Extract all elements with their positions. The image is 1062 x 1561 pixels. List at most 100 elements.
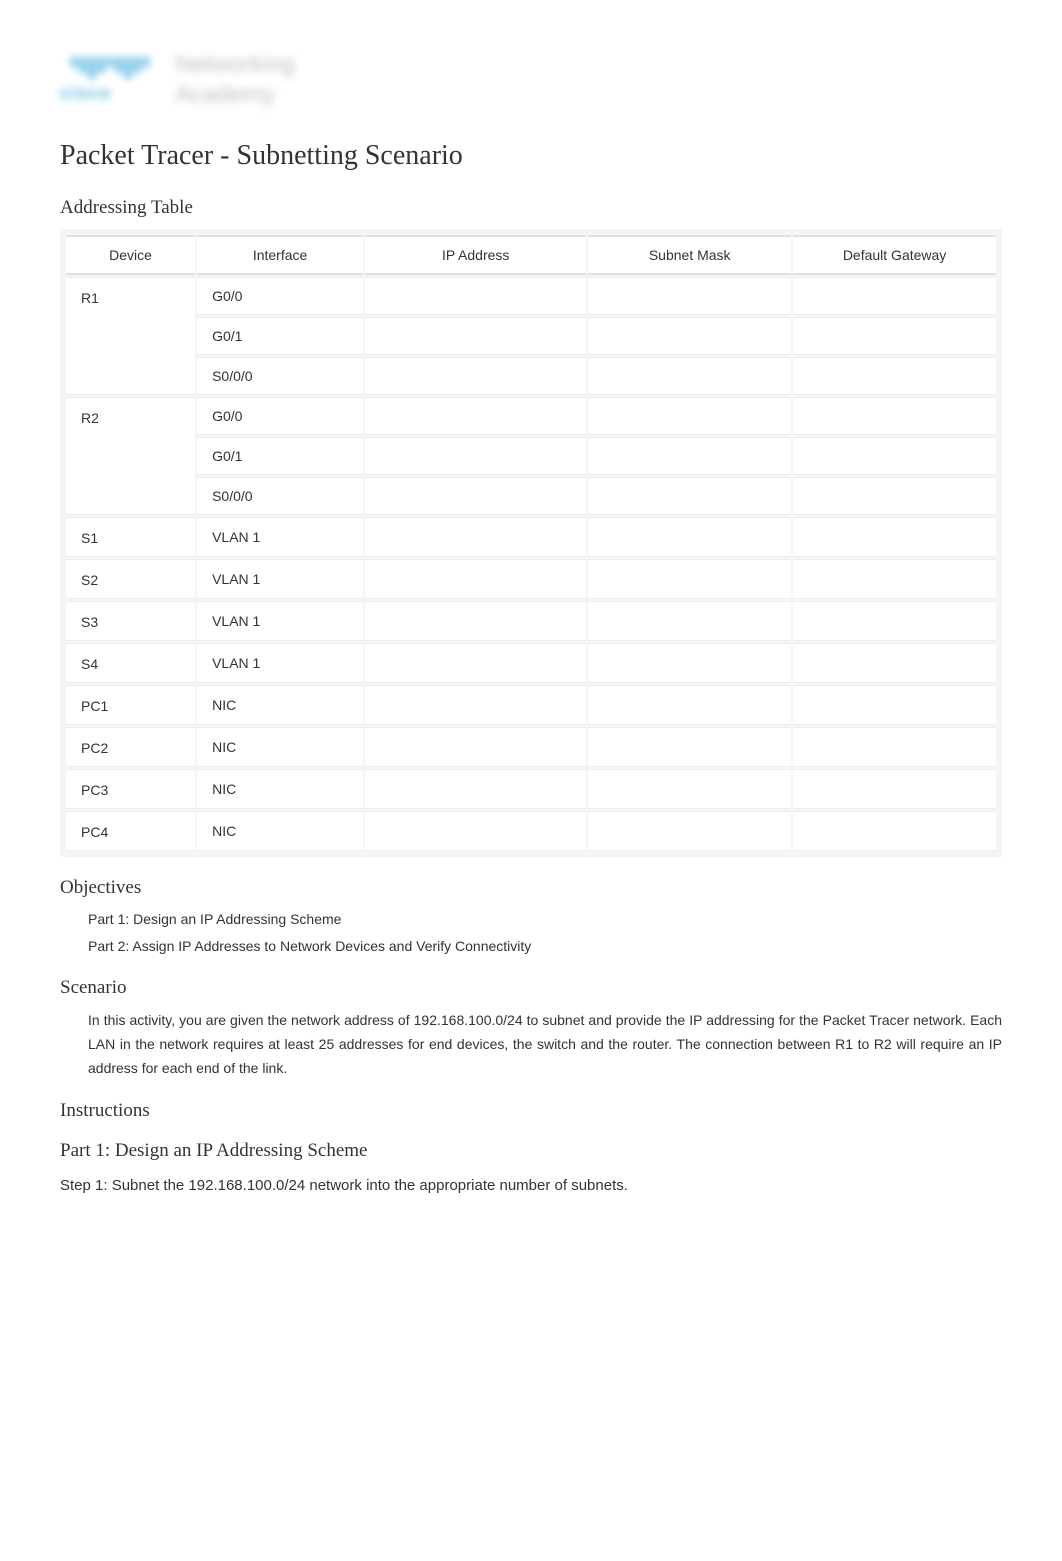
objective-item: Part 2: Assign IP Addresses to Network D… (88, 936, 1002, 957)
cell-gateway (793, 397, 996, 435)
cell-ip (365, 317, 586, 355)
cell-gateway (793, 477, 996, 515)
logo-line1: Networking (175, 51, 295, 79)
col-ip: IP Address (365, 235, 586, 275)
cell-interface: NIC (197, 769, 363, 809)
cell-interface: S0/0/0 (197, 357, 363, 395)
cell-gateway (793, 317, 996, 355)
instructions-heading: Instructions (60, 1100, 1002, 1122)
table-row: PC3NIC (66, 769, 996, 809)
cell-mask (588, 727, 791, 767)
cell-gateway (793, 601, 996, 641)
cisco-wordmark: cisco (60, 83, 160, 104)
table-header-row: Device Interface IP Address Subnet Mask … (66, 235, 996, 275)
cell-ip (365, 685, 586, 725)
scenario-heading: Scenario (60, 977, 1002, 999)
cell-device: PC4 (66, 811, 195, 851)
table-row: R2G0/0 (66, 397, 996, 435)
addressing-table-heading: Addressing Table (60, 197, 1002, 219)
cell-mask (588, 811, 791, 851)
cell-mask (588, 437, 791, 475)
table-row: G0/1 (66, 437, 996, 475)
cell-gateway (793, 685, 996, 725)
cell-interface: NIC (197, 685, 363, 725)
addressing-table: Device Interface IP Address Subnet Mask … (60, 229, 1002, 857)
cell-interface: S0/0/0 (197, 477, 363, 515)
objective-item: Part 1: Design an IP Addressing Scheme (88, 909, 1002, 930)
logo-subtitle: Networking Academy (175, 51, 295, 109)
cell-ip (365, 277, 586, 315)
table-row: R1G0/0 (66, 277, 996, 315)
cell-ip (365, 397, 586, 435)
table-row: PC2NIC (66, 727, 996, 767)
cell-ip (365, 601, 586, 641)
cell-ip (365, 559, 586, 599)
cell-device: PC3 (66, 769, 195, 809)
cell-gateway (793, 559, 996, 599)
cell-device: S1 (66, 517, 195, 557)
brand-logo: cisco Networking Academy (60, 50, 1002, 110)
cell-ip (365, 517, 586, 557)
cisco-bridge-icon: cisco (60, 50, 160, 110)
table-row: S1VLAN 1 (66, 517, 996, 557)
step1-text: Step 1: Subnet the 192.168.100.0/24 netw… (60, 1177, 1002, 1194)
cell-gateway (793, 517, 996, 557)
cell-ip (365, 477, 586, 515)
cell-interface: G0/0 (197, 277, 363, 315)
cell-mask (588, 277, 791, 315)
cell-gateway (793, 811, 996, 851)
table-row: S3VLAN 1 (66, 601, 996, 641)
cell-device: R2 (66, 397, 195, 515)
col-mask: Subnet Mask (588, 235, 791, 275)
objectives-heading: Objectives (60, 877, 1002, 899)
cell-interface: VLAN 1 (197, 643, 363, 683)
cell-mask (588, 477, 791, 515)
cell-ip (365, 727, 586, 767)
cell-mask (588, 559, 791, 599)
table-row: S0/0/0 (66, 477, 996, 515)
cell-mask (588, 601, 791, 641)
part1-heading: Part 1: Design an IP Addressing Scheme (60, 1140, 1002, 1162)
cell-mask (588, 397, 791, 435)
cell-mask (588, 357, 791, 395)
cell-device: S2 (66, 559, 195, 599)
table-row: G0/1 (66, 317, 996, 355)
table-row: S4VLAN 1 (66, 643, 996, 683)
cell-gateway (793, 437, 996, 475)
cell-gateway (793, 643, 996, 683)
cell-gateway (793, 277, 996, 315)
table-row: S2VLAN 1 (66, 559, 996, 599)
cell-interface: G0/1 (197, 437, 363, 475)
cell-gateway (793, 357, 996, 395)
cell-gateway (793, 769, 996, 809)
cell-ip (365, 811, 586, 851)
col-gateway: Default Gateway (793, 235, 996, 275)
cell-interface: NIC (197, 727, 363, 767)
cell-gateway (793, 727, 996, 767)
cell-ip (365, 769, 586, 809)
cell-interface: VLAN 1 (197, 601, 363, 641)
cell-interface: NIC (197, 811, 363, 851)
logo-line2: Academy (175, 81, 295, 109)
table-row: S0/0/0 (66, 357, 996, 395)
cell-device: R1 (66, 277, 195, 395)
col-device: Device (66, 235, 195, 275)
cell-mask (588, 769, 791, 809)
cell-device: S4 (66, 643, 195, 683)
table-row: PC4NIC (66, 811, 996, 851)
cell-device: PC2 (66, 727, 195, 767)
cell-interface: VLAN 1 (197, 559, 363, 599)
table-row: PC1NIC (66, 685, 996, 725)
col-interface: Interface (197, 235, 363, 275)
scenario-text: In this activity, you are given the netw… (88, 1009, 1002, 1080)
cell-mask (588, 317, 791, 355)
cell-ip (365, 643, 586, 683)
cell-mask (588, 517, 791, 557)
page-title: Packet Tracer - Subnetting Scenario (60, 140, 1002, 172)
cell-interface: G0/0 (197, 397, 363, 435)
cell-mask (588, 643, 791, 683)
cell-ip (365, 437, 586, 475)
cell-device: S3 (66, 601, 195, 641)
cell-mask (588, 685, 791, 725)
cell-interface: G0/1 (197, 317, 363, 355)
